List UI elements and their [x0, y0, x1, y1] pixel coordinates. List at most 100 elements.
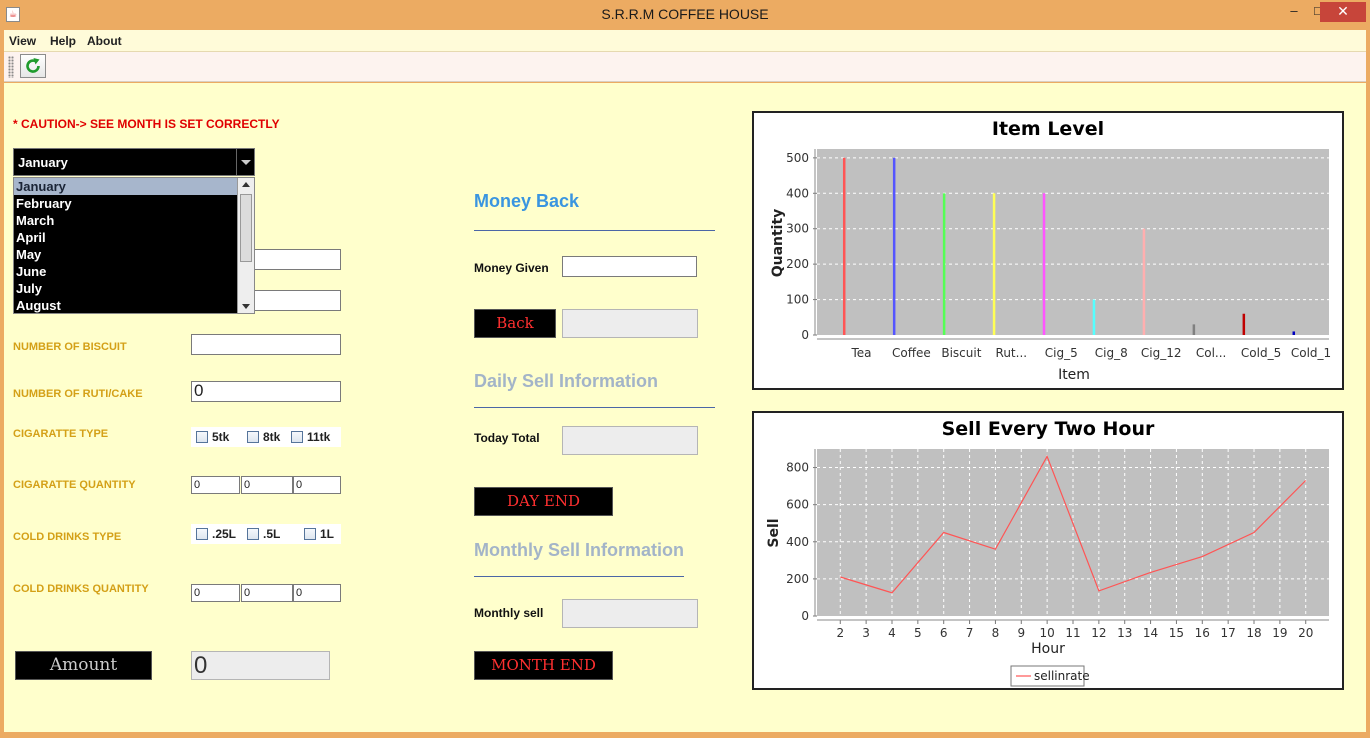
- back-button[interactable]: Back: [474, 309, 556, 338]
- cig-8tk-checkbox[interactable]: 8tk: [247, 430, 280, 444]
- window-title: S.R.R.M COFFEE HOUSE: [601, 6, 769, 22]
- y-tick-label: 200: [786, 572, 809, 586]
- money-given-field[interactable]: [562, 256, 697, 277]
- tea-field[interactable]: [254, 249, 341, 270]
- x-tick-label: Cig_8: [1095, 346, 1128, 360]
- scroll-down-icon[interactable]: [238, 299, 254, 313]
- cigarette-type-group: 5tk 8tk 11tk: [191, 427, 341, 447]
- y-tick-label: 100: [786, 293, 809, 307]
- cig-5tk-checkbox[interactable]: 5tk: [196, 430, 229, 444]
- cigarette-quantity-label: CIGARATTE QUANTITY: [13, 479, 136, 491]
- month-dropdown-list[interactable]: January February March April May June Ju…: [13, 177, 255, 314]
- y-tick-label: 400: [786, 535, 809, 549]
- scroll-thumb[interactable]: [240, 194, 252, 262]
- month-option-july[interactable]: July: [14, 280, 238, 297]
- toolbar-grip-handle[interactable]: [8, 56, 14, 78]
- x-tick-label: 16: [1195, 626, 1210, 640]
- monthly-sell-title: Monthly Sell Information: [474, 540, 684, 560]
- x-tick-label: 17: [1221, 626, 1236, 640]
- x-tick-label: Coffee: [892, 346, 931, 360]
- cold-025l-checkbox[interactable]: .25L: [196, 527, 236, 541]
- checkbox-icon: [196, 431, 208, 443]
- cig-11tk-checkbox[interactable]: 11tk: [291, 430, 330, 444]
- scroll-up-icon[interactable]: [238, 178, 254, 192]
- month-option-august[interactable]: August: [14, 297, 238, 314]
- cold-05l-quantity[interactable]: 0: [241, 584, 293, 602]
- x-tick-label: 5: [914, 626, 922, 640]
- checkbox-icon: [196, 528, 208, 540]
- bar: [1042, 193, 1046, 335]
- today-total-value: [562, 426, 698, 455]
- menu-about[interactable]: About: [87, 34, 122, 48]
- refresh-button[interactable]: [20, 54, 46, 78]
- chevron-down-icon[interactable]: [236, 149, 254, 175]
- y-tick-label: 0: [801, 609, 809, 623]
- month-option-june[interactable]: June: [14, 263, 238, 280]
- chart-title: Item Level: [992, 118, 1104, 140]
- month-option-april[interactable]: April: [14, 229, 238, 246]
- x-tick-label: 9: [1017, 626, 1025, 640]
- month-option-february[interactable]: February: [14, 195, 238, 212]
- monthly-divider: [474, 576, 684, 577]
- cig-5tk-label: 5tk: [212, 430, 230, 444]
- checkbox-icon: [291, 431, 303, 443]
- coffee-field[interactable]: [254, 290, 341, 311]
- y-axis-label: Quantity: [770, 209, 786, 278]
- x-tick-label: 10: [1040, 626, 1055, 640]
- money-given-label: Money Given: [474, 261, 549, 275]
- y-tick-label: 300: [786, 222, 809, 236]
- toolbar: [4, 52, 1366, 82]
- y-tick-label: 200: [786, 257, 809, 271]
- item-level-chart-svg: Item Level 0 100 200 300 400 500 Tea Coffee Biscu…: [770, 118, 1331, 383]
- y-tick-label: 800: [786, 461, 809, 475]
- cig-8tk-label: 8tk: [263, 430, 281, 444]
- x-tick-label: Cig_5: [1045, 346, 1078, 360]
- cold-025l-quantity[interactable]: 0: [191, 584, 240, 602]
- bar: [1192, 324, 1196, 335]
- checkbox-icon: [247, 528, 259, 540]
- month-option-may[interactable]: May: [14, 246, 238, 263]
- x-tick-label: 11: [1065, 626, 1080, 640]
- x-tick-label: 7: [966, 626, 974, 640]
- month-end-button[interactable]: MONTH END: [474, 651, 613, 680]
- x-tick-label: 13: [1117, 626, 1132, 640]
- ruti-field[interactable]: 0: [191, 381, 341, 402]
- x-tick-label: Biscuit: [941, 346, 981, 360]
- bar: [992, 193, 996, 335]
- cold-025l-label: .25L: [212, 527, 237, 541]
- cig-11tk-quantity[interactable]: 0: [293, 476, 341, 494]
- month-select[interactable]: January: [13, 148, 255, 176]
- cold-1l-quantity[interactable]: 0: [293, 584, 341, 602]
- bar: [1242, 313, 1246, 335]
- bar: [942, 193, 946, 335]
- x-tick-label: Cold_5: [1241, 346, 1281, 360]
- cold-1l-checkbox[interactable]: 1L: [304, 527, 334, 541]
- money-back-result: [562, 309, 698, 338]
- cig-8tk-quantity[interactable]: 0: [241, 476, 293, 494]
- x-tick-label: 3: [862, 626, 870, 640]
- biscuit-field[interactable]: [191, 334, 341, 355]
- cig-11tk-label: 11tk: [307, 430, 331, 444]
- money-back-title: Money Back: [474, 191, 580, 211]
- menu-help[interactable]: Help: [50, 34, 76, 48]
- bar: [842, 157, 846, 335]
- x-tick-label: Tea: [850, 346, 871, 360]
- menu-view[interactable]: View: [9, 34, 36, 48]
- month-option-january[interactable]: January: [14, 178, 238, 195]
- biscuit-label: NUMBER OF BISCUIT: [13, 341, 127, 353]
- y-tick-label: 0: [801, 328, 809, 342]
- x-axis-label: Hour: [1031, 641, 1065, 657]
- menu-bar: View Help About: [4, 30, 1366, 52]
- monthly-sell-label: Monthly sell: [474, 606, 544, 620]
- dropdown-scrollbar[interactable]: [237, 178, 254, 313]
- x-tick-label: 6: [940, 626, 948, 640]
- legend-label: sellinrate: [1034, 669, 1090, 683]
- cold-05l-checkbox[interactable]: .5L: [247, 527, 280, 541]
- cig-5tk-quantity[interactable]: 0: [191, 476, 240, 494]
- cold-drinks-type-group: .25L .5L 1L: [191, 524, 341, 544]
- day-end-button[interactable]: DAY END: [474, 487, 613, 516]
- bar: [1292, 331, 1296, 335]
- close-button[interactable]: ✕: [1320, 2, 1366, 22]
- month-option-march[interactable]: March: [14, 212, 238, 229]
- amount-button[interactable]: Amount: [15, 651, 152, 680]
